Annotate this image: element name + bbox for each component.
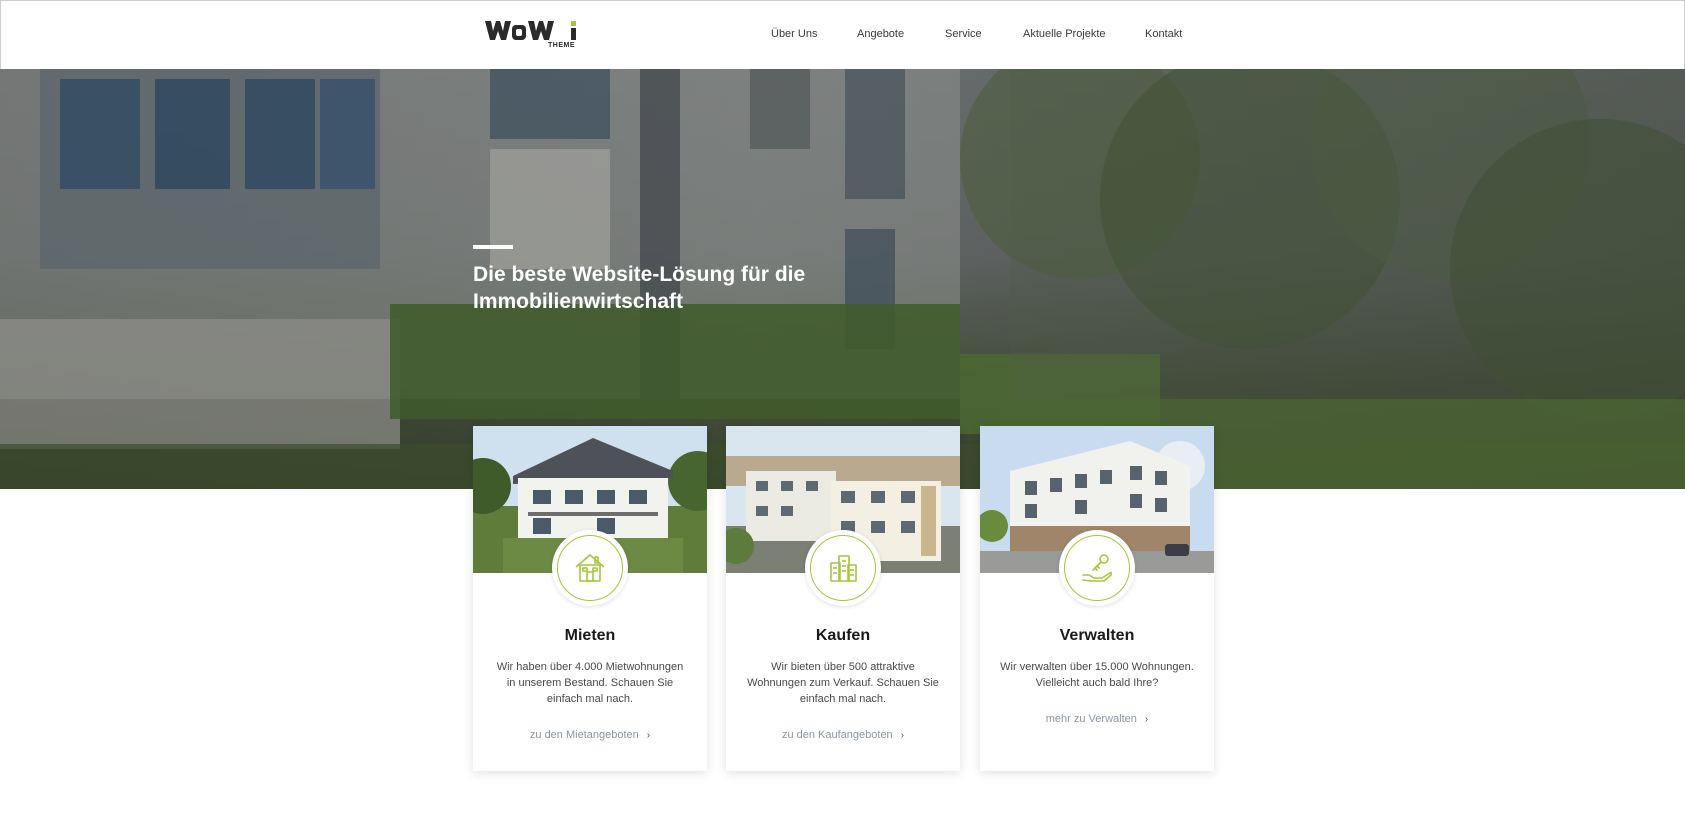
hero-title: Die beste Website-Lösung für die Immobil…: [473, 261, 893, 315]
house-icon: [575, 554, 605, 582]
card-text: Wir haben über 4.000 Mietwohnungen in un…: [496, 661, 684, 705]
card-badge-verwalten: [1059, 530, 1135, 606]
card-link-label: zu den Mietangeboten: [529, 729, 639, 741]
chevron-right-icon: ›: [1144, 714, 1149, 725]
nav-item-service[interactable]: Service: [945, 28, 982, 40]
hero-title-line2: Immobilienwirtschaft: [473, 290, 684, 313]
card-link-label: zu den Kaufangeboten: [781, 729, 893, 741]
nav-item-kontakt[interactable]: Kontakt: [1145, 28, 1182, 40]
card-link-verwalten[interactable]: mehr zu Verwalten ›: [980, 713, 1214, 725]
card-link-mietangebote[interactable]: zu den Mietangeboten ›: [473, 729, 707, 741]
buildings-icon: [830, 555, 857, 582]
card-text: Wir verwalten über 15.000 Wohnungen. Vie…: [1000, 661, 1194, 689]
card-verwalten: Verwalten Wir verwalten über 15.000 Wohn…: [980, 426, 1214, 771]
hero-title-line1: Die beste Website-Lösung für die: [473, 263, 806, 286]
card-badge-kaufen: [805, 530, 881, 606]
chevron-right-icon: ›: [900, 730, 905, 741]
card-title: Verwalten: [1059, 627, 1135, 644]
card-link-kaufangebote[interactable]: zu den Kaufangeboten ›: [726, 729, 960, 741]
card-kaufen: Kaufen Wir bieten über 500 attraktive Wo…: [726, 426, 960, 771]
card-title: Mieten: [564, 627, 616, 644]
key-hand-icon: [1082, 554, 1113, 582]
hero-accent-bar: [473, 245, 513, 249]
main-nav: Über Uns Angebote Service Aktuelle Proje…: [1, 28, 1684, 44]
nav-item-angebote[interactable]: Angebote: [857, 28, 904, 40]
card-mieten: Mieten Wir haben über 4.000 Mietwohnunge…: [473, 426, 707, 771]
site-header: THEME Über Uns Angebote Service Aktuelle…: [0, 0, 1685, 69]
card-badge-mieten: [552, 530, 628, 606]
card-link-label: mehr zu Verwalten: [1045, 713, 1137, 725]
card-text: Wir bieten über 500 attraktive Wohnungen…: [747, 661, 939, 705]
nav-item-ueber-uns[interactable]: Über Uns: [771, 28, 817, 40]
nav-item-aktuelle-projekte[interactable]: Aktuelle Projekte: [1023, 28, 1106, 40]
chevron-right-icon: ›: [646, 730, 651, 741]
card-title: Kaufen: [815, 627, 871, 644]
